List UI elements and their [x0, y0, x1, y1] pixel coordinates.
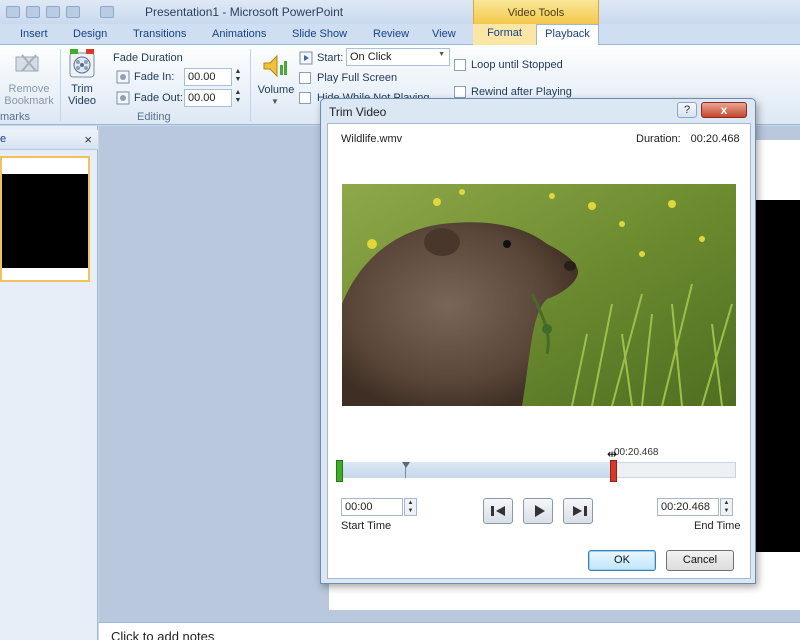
duration-value: 00:20.468: [690, 133, 740, 145]
tab-playback[interactable]: Playback: [536, 24, 599, 46]
end-time-input[interactable]: 00:20.468: [657, 498, 719, 516]
notes-pane[interactable]: Click to add notes: [99, 622, 800, 640]
help-button[interactable]: ?: [677, 102, 697, 118]
start-time-label: Start Time: [341, 520, 392, 532]
bookmarks-group-label: marks: [0, 111, 30, 123]
quick-access-toolbar: [0, 2, 160, 22]
volume-icon: [263, 54, 287, 78]
slides-pane-header: e ×: [0, 130, 98, 150]
slides-pane-tab[interactable]: e: [0, 133, 6, 145]
start-icon: [299, 51, 313, 65]
fade-out-label: Fade Out:: [134, 92, 183, 104]
start-label: Start:: [317, 52, 344, 64]
tab-view[interactable]: View: [432, 28, 456, 40]
play-full-screen-label: Play Full Screen: [317, 72, 398, 84]
quick-access-customize-icon[interactable]: [66, 6, 80, 18]
video-frame-image: [342, 184, 736, 406]
undo-icon[interactable]: [26, 6, 40, 18]
previous-frame-icon: [491, 506, 505, 516]
playhead-marker[interactable]: [402, 462, 410, 468]
ribbon-tab-row: Insert Design Transitions Animations Sli…: [0, 24, 800, 46]
ok-button[interactable]: OK: [588, 550, 656, 571]
previous-frame-button[interactable]: [483, 498, 513, 524]
qat-extra-icon[interactable]: [100, 6, 114, 18]
trim-video-icon: [69, 49, 95, 78]
fade-in-input[interactable]: 00.00: [184, 68, 232, 86]
trim-video-dialog: Trim Video ? x Wildlife.wmv Duration: 00:…: [320, 98, 756, 584]
cancel-button[interactable]: Cancel: [666, 550, 734, 571]
tab-transitions[interactable]: Transitions: [133, 28, 186, 40]
remove-bookmark-button[interactable]: Remove Bookmark: [4, 83, 54, 107]
rewind-after-playing-label: Rewind after Playing: [471, 86, 572, 98]
file-name: Wildlife.wmv: [341, 133, 403, 145]
duration-display: Duration: 00:20.468: [636, 133, 740, 145]
ribbon-separator: [60, 49, 61, 121]
ribbon-separator: [250, 49, 251, 121]
timeline-time: 00:20.468: [614, 447, 659, 458]
tab-review[interactable]: Review: [373, 28, 409, 40]
start-trim-handle[interactable]: [336, 460, 343, 482]
fade-out-spinner[interactable]: ▲ ▼: [233, 89, 243, 107]
video-tools-group-header: Video Tools: [473, 0, 599, 24]
slides-pane: e ×: [0, 126, 98, 640]
tab-animations[interactable]: Animations: [212, 28, 266, 40]
editing-group-label: Editing: [137, 111, 171, 123]
dialog-body: Wildlife.wmv Duration: 00:20.468 00:20.4…: [327, 123, 751, 579]
rewind-after-playing-checkbox[interactable]: [454, 86, 466, 98]
save-icon[interactable]: [6, 6, 20, 18]
end-trim-handle[interactable]: [610, 460, 617, 482]
start-time-spinner[interactable]: ▲ ▼: [404, 498, 417, 516]
hide-while-not-playing-checkbox[interactable]: [299, 92, 311, 104]
video-object[interactable]: [753, 200, 800, 552]
slide-thumbnail[interactable]: [0, 156, 90, 282]
start-time-input[interactable]: 00:00: [341, 498, 403, 516]
dialog-title: Trim Video: [329, 105, 387, 119]
loop-until-stopped-label: Loop until Stopped: [471, 59, 563, 71]
tab-insert[interactable]: Insert: [20, 28, 48, 40]
timeline-selection: [336, 462, 612, 478]
fade-out-input[interactable]: 00.00: [184, 89, 232, 107]
tab-design[interactable]: Design: [73, 28, 107, 40]
loop-until-stopped-checkbox[interactable]: [454, 59, 466, 71]
end-time-label: End Time: [694, 520, 741, 532]
chevron-down-icon: ▼: [438, 51, 445, 58]
trim-video-button[interactable]: Trim Video: [64, 83, 100, 107]
duration-label: Duration:: [636, 133, 681, 145]
volume-dropdown-arrow[interactable]: ▼: [271, 97, 279, 106]
fade-in-label: Fade In:: [134, 71, 175, 83]
tab-slide-show[interactable]: Slide Show: [292, 28, 347, 40]
video-preview[interactable]: [342, 184, 736, 406]
fade-in-spinner[interactable]: ▲ ▼: [233, 68, 243, 86]
play-icon: [535, 505, 545, 517]
fade-in-icon: [116, 70, 130, 84]
remove-bookmark-icon: [15, 54, 39, 72]
fade-out-icon: [116, 91, 130, 105]
end-time-spinner[interactable]: ▲ ▼: [720, 498, 733, 516]
trim-timeline[interactable]: [336, 458, 736, 484]
start-select-value: On Click: [350, 51, 392, 63]
volume-button[interactable]: Volume: [256, 84, 296, 96]
fade-duration-label: Fade Duration: [113, 52, 183, 64]
close-button[interactable]: x: [701, 102, 747, 118]
tab-format[interactable]: Format: [473, 24, 536, 45]
video-thumbnail-placeholder: [2, 174, 88, 268]
redo-icon[interactable]: [46, 6, 60, 18]
play-full-screen-checkbox[interactable]: [299, 72, 311, 84]
next-frame-icon: [573, 506, 587, 516]
close-icon[interactable]: ×: [84, 132, 92, 147]
next-frame-button[interactable]: [563, 498, 593, 524]
title-bar: Presentation1 - Microsoft PowerPoint Vid…: [0, 0, 800, 24]
window-title: Presentation1 - Microsoft PowerPoint: [145, 5, 344, 19]
start-select[interactable]: On Click ▼: [346, 48, 450, 66]
play-button[interactable]: [523, 498, 553, 524]
